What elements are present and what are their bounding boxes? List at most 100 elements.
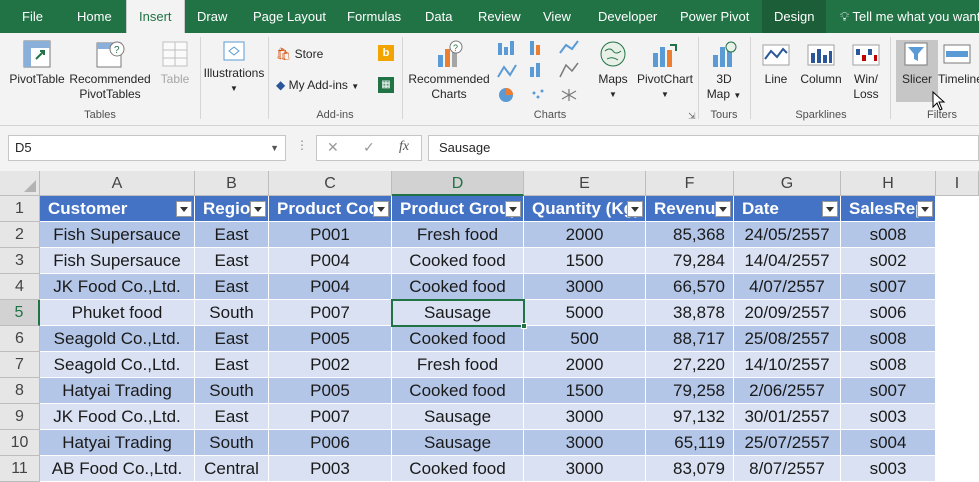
table-cell[interactable]: P007 [269, 404, 392, 430]
table-cell[interactable]: 5000 [524, 300, 646, 326]
table-cell[interactable]: South [195, 378, 269, 404]
dialog-launcher-icon[interactable]: ⇲ [688, 111, 696, 122]
column-header-c[interactable]: C [269, 171, 392, 196]
table-cell[interactable]: Hatyai Trading [40, 430, 195, 456]
table-cell[interactable]: 38,878 [646, 300, 734, 326]
more-options-icon[interactable]: ⋮ [296, 138, 308, 152]
table-cell[interactable]: P002 [269, 352, 392, 378]
table-cell[interactable]: s007 [841, 378, 936, 404]
table-cell[interactable]: Cooked food [392, 274, 524, 300]
3d-map-button[interactable]: 3D Map ▼ [702, 39, 746, 103]
people-graph-icon[interactable]: ▦ [378, 77, 394, 93]
name-box[interactable]: D5 ▼ [8, 135, 286, 161]
table-cell[interactable]: 3000 [524, 404, 646, 430]
table-cell[interactable]: East [195, 222, 269, 248]
table-header-cell[interactable]: Customer [40, 196, 195, 222]
table-cell[interactable]: East [195, 248, 269, 274]
chart-type-gallery[interactable] [496, 39, 590, 103]
table-cell[interactable]: 14/04/2557 [734, 248, 841, 274]
table-cell[interactable]: P006 [269, 430, 392, 456]
table-cell[interactable]: Sausage [392, 404, 524, 430]
enter-icon[interactable]: ✓ [363, 139, 375, 156]
table-cell[interactable]: s007 [841, 274, 936, 300]
table-cell[interactable]: 27,220 [646, 352, 734, 378]
table-cell[interactable]: Central [195, 456, 269, 482]
table-cell[interactable]: s006 [841, 300, 936, 326]
sparkline-winloss-button[interactable]: Win/ Loss [846, 39, 886, 102]
row-header-6[interactable]: 6 [0, 326, 40, 352]
table-cell[interactable]: Hatyai Trading [40, 378, 195, 404]
column-header-d[interactable]: D [392, 171, 524, 196]
table-cell[interactable]: 97,132 [646, 404, 734, 430]
tab-draw[interactable]: Draw [197, 0, 227, 33]
table-cell[interactable]: Fresh food [392, 222, 524, 248]
table-button[interactable]: Table [155, 39, 195, 87]
filter-dropdown-icon[interactable] [627, 201, 643, 217]
table-cell[interactable]: AB Food Co.,Ltd. [40, 456, 195, 482]
sparkline-line-button[interactable]: Line [756, 39, 796, 87]
table-cell[interactable]: South [195, 300, 269, 326]
pivottable-button[interactable]: PivotTable [6, 39, 68, 87]
table-cell[interactable]: 66,570 [646, 274, 734, 300]
table-cell[interactable]: East [195, 404, 269, 430]
table-cell[interactable]: Seagold Co.,Ltd. [40, 352, 195, 378]
table-cell[interactable]: s002 [841, 248, 936, 274]
bing-icon[interactable]: b [378, 45, 394, 61]
tab-page-layout[interactable]: Page Layout [253, 0, 326, 33]
table-cell[interactable]: Fish Supersauce [40, 222, 195, 248]
column-header-a[interactable]: A [40, 171, 195, 196]
table-cell[interactable]: 3000 [524, 430, 646, 456]
table-cell[interactable]: s003 [841, 456, 936, 482]
table-cell[interactable]: P004 [269, 248, 392, 274]
table-cell[interactable]: 88,717 [646, 326, 734, 352]
illustrations-button[interactable]: Illustrations ▼ [202, 39, 266, 96]
column-header-b[interactable]: B [195, 171, 269, 196]
filter-dropdown-icon[interactable] [715, 201, 731, 217]
tab-home[interactable]: Home [77, 0, 112, 33]
my-addins-button[interactable]: ◆ My Add-ins ▼ [276, 77, 359, 95]
table-cell[interactable]: 2000 [524, 222, 646, 248]
tab-formulas[interactable]: Formulas [347, 0, 401, 33]
table-cell[interactable]: 65,119 [646, 430, 734, 456]
recommended-pivottables-button[interactable]: ? Recommended PivotTables [68, 39, 152, 102]
insert-function-icon[interactable]: fx [399, 139, 409, 155]
table-cell[interactable]: JK Food Co.,Ltd. [40, 404, 195, 430]
table-cell[interactable]: s008 [841, 222, 936, 248]
table-cell[interactable]: 2000 [524, 352, 646, 378]
table-cell[interactable]: 3000 [524, 274, 646, 300]
table-cell[interactable]: 25/07/2557 [734, 430, 841, 456]
column-header-h[interactable]: H [841, 171, 936, 196]
table-cell[interactable]: P007 [269, 300, 392, 326]
table-cell[interactable]: Cooked food [392, 326, 524, 352]
table-cell[interactable]: P005 [269, 326, 392, 352]
row-header-10[interactable]: 10 [0, 430, 40, 456]
table-cell[interactable]: 83,079 [646, 456, 734, 482]
slicer-button[interactable]: Slicer [896, 39, 938, 87]
table-cell[interactable]: 24/05/2557 [734, 222, 841, 248]
table-cell[interactable]: P001 [269, 222, 392, 248]
table-cell[interactable]: s008 [841, 326, 936, 352]
tab-review[interactable]: Review [478, 0, 521, 33]
row-header-1[interactable]: 1 [0, 196, 40, 222]
tab-developer[interactable]: Developer [598, 0, 657, 33]
table-cell[interactable]: Cooked food [392, 456, 524, 482]
table-cell[interactable]: Fresh food [392, 352, 524, 378]
formula-input[interactable]: Sausage [428, 135, 979, 161]
table-cell[interactable]: 25/08/2557 [734, 326, 841, 352]
select-all-button[interactable] [0, 171, 40, 196]
fill-handle[interactable] [521, 323, 527, 329]
table-cell[interactable]: P004 [269, 274, 392, 300]
recommended-charts-button[interactable]: ? Recommended Charts [406, 39, 492, 102]
table-cell[interactable]: Seagold Co.,Ltd. [40, 326, 195, 352]
column-header-f[interactable]: F [646, 171, 734, 196]
tab-power-pivot[interactable]: Power Pivot [680, 0, 749, 33]
table-cell[interactable]: s008 [841, 352, 936, 378]
row-header-2[interactable]: 2 [0, 222, 40, 248]
timeline-button[interactable]: Timeline [938, 39, 979, 87]
table-cell[interactable]: 500 [524, 326, 646, 352]
row-header-4[interactable]: 4 [0, 274, 40, 300]
table-cell[interactable]: Fish Supersauce [40, 248, 195, 274]
row-header-7[interactable]: 7 [0, 352, 40, 378]
pivotchart-button[interactable]: PivotChart ▼ [634, 39, 696, 102]
table-cell[interactable]: 79,284 [646, 248, 734, 274]
